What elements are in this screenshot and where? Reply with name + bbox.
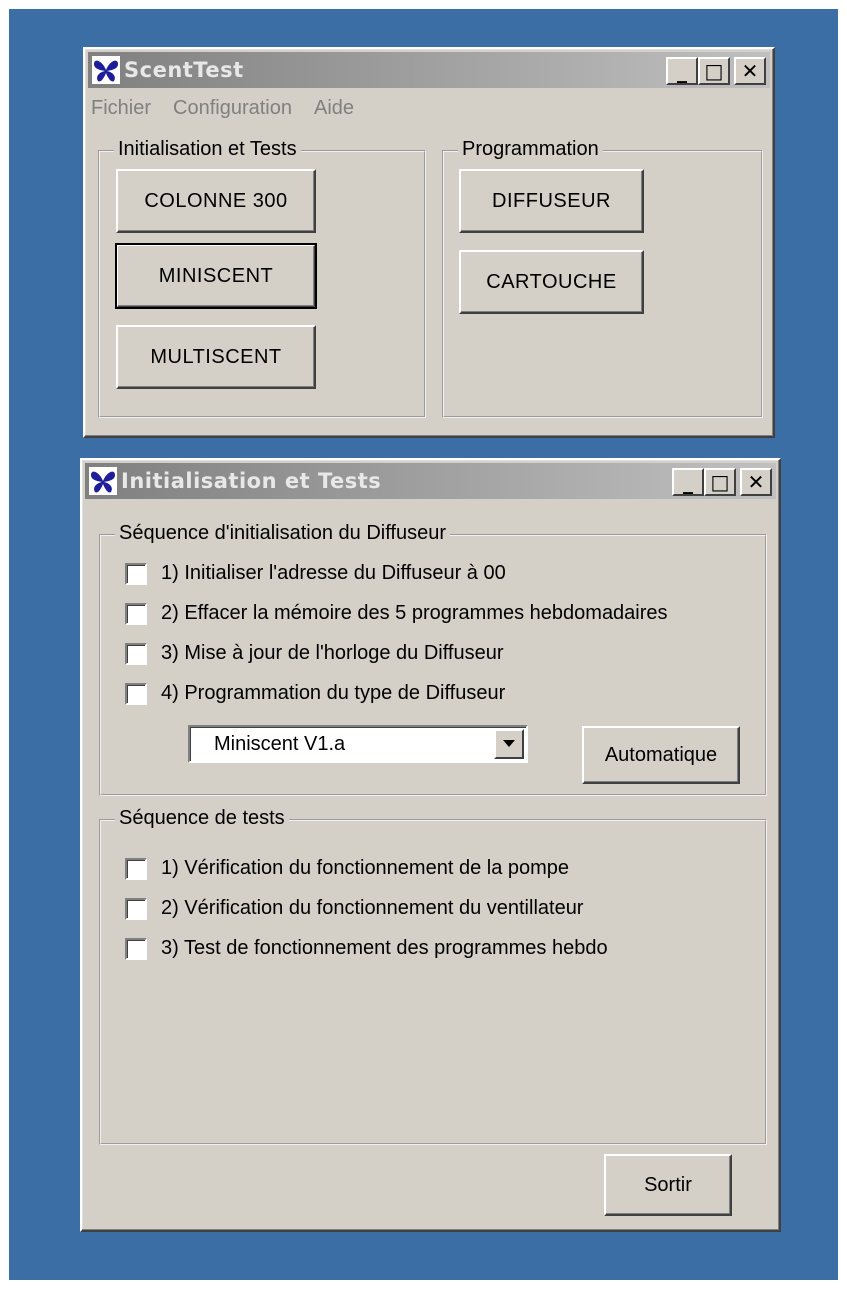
sortir-button[interactable]: Sortir	[604, 1154, 732, 1216]
group-programmation: Programmation DIFFUSEUR CARTOUCHE	[442, 138, 763, 418]
menu-aide[interactable]: Aide	[314, 97, 354, 120]
initialisation-tests-window: Initialisation et Tests _ □ ✕ Séquence d…	[80, 458, 781, 1232]
menu-fichier[interactable]: Fichier	[91, 97, 151, 120]
checkbox-label: 1) Vérification du fonctionnement de la …	[161, 857, 570, 879]
window-title: Initialisation et Tests	[121, 469, 382, 493]
diffuser-type-select[interactable]: Miniscent V1.a	[188, 725, 528, 763]
checkbox[interactable]	[125, 897, 147, 920]
checkbox[interactable]	[125, 642, 147, 665]
checkbox[interactable]	[125, 682, 147, 705]
title-bar[interactable]: Initialisation et Tests _ □ ✕	[85, 463, 776, 499]
checkbox-label: 4) Programmation du type de Diffuseur	[161, 682, 506, 704]
checkbox-label: 2) Vérification du fonctionnement du ven…	[161, 897, 584, 919]
scenttest-window: ScentTest _ □ ✕ Fichier Configuration Ai…	[83, 47, 775, 438]
checkbox-label: 3) Test de fonctionnement des programmes…	[161, 937, 608, 959]
init-step-2[interactable]: 2) Effacer la mémoire des 5 programmes h…	[125, 602, 668, 625]
group-label: Séquence d'initialisation du Diffuseur	[115, 522, 450, 545]
menu-configuration[interactable]: Configuration	[173, 97, 292, 120]
test-step-1[interactable]: 1) Vérification du fonctionnement de la …	[125, 857, 569, 880]
init-step-1[interactable]: 1) Initialiser l'adresse du Diffuseur à …	[125, 562, 506, 585]
checkbox[interactable]	[125, 602, 147, 625]
select-value: Miniscent V1.a	[214, 732, 346, 755]
checkbox-label: 2) Effacer la mémoire des 5 programmes h…	[161, 602, 668, 624]
checkbox[interactable]	[125, 562, 147, 585]
close-button[interactable]: ✕	[734, 57, 766, 85]
close-button[interactable]: ✕	[740, 468, 772, 496]
init-step-4[interactable]: 4) Programmation du type de Diffuseur	[125, 682, 505, 705]
window-title: ScentTest	[124, 58, 244, 82]
maximize-button[interactable]: □	[704, 468, 736, 496]
group-initialisation-tests: Initialisation et Tests COLONNE 300 MINI…	[98, 138, 426, 418]
group-label: Programmation	[458, 138, 603, 161]
desktop: ScentTest _ □ ✕ Fichier Configuration Ai…	[9, 9, 838, 1280]
butterfly-icon	[92, 56, 120, 84]
maximize-button[interactable]: □	[698, 57, 730, 85]
multiscent-button[interactable]: MULTISCENT	[116, 325, 316, 389]
group-label: Séquence de tests	[115, 807, 289, 830]
automatique-button[interactable]: Automatique	[582, 726, 740, 784]
checkbox[interactable]	[125, 937, 147, 960]
test-step-2[interactable]: 2) Vérification du fonctionnement du ven…	[125, 897, 583, 920]
menu-bar: Fichier Configuration Aide	[91, 93, 376, 123]
group-init-sequence: Séquence d'initialisation du Diffuseur 1…	[99, 522, 767, 796]
minimize-button[interactable]: _	[672, 468, 704, 496]
group-test-sequence: Séquence de tests 1) Vérification du fon…	[99, 807, 767, 1145]
checkbox-label: 3) Mise à jour de l'horloge du Diffuseur	[161, 642, 504, 664]
triangle-down-icon[interactable]	[494, 729, 524, 759]
cartouche-button[interactable]: CARTOUCHE	[459, 250, 644, 314]
checkbox-label: 1) Initialiser l'adresse du Diffuseur à …	[161, 562, 506, 584]
test-step-3[interactable]: 3) Test de fonctionnement des programmes…	[125, 937, 608, 960]
title-bar[interactable]: ScentTest _ □ ✕	[88, 52, 770, 88]
group-label: Initialisation et Tests	[114, 138, 301, 161]
init-step-3[interactable]: 3) Mise à jour de l'horloge du Diffuseur	[125, 642, 504, 665]
miniscent-button[interactable]: MINISCENT	[115, 243, 317, 309]
colonne-300-button[interactable]: COLONNE 300	[116, 169, 316, 233]
diffuseur-button[interactable]: DIFFUSEUR	[459, 169, 644, 233]
butterfly-icon	[89, 467, 117, 495]
checkbox[interactable]	[125, 857, 147, 880]
minimize-button[interactable]: _	[666, 57, 698, 85]
